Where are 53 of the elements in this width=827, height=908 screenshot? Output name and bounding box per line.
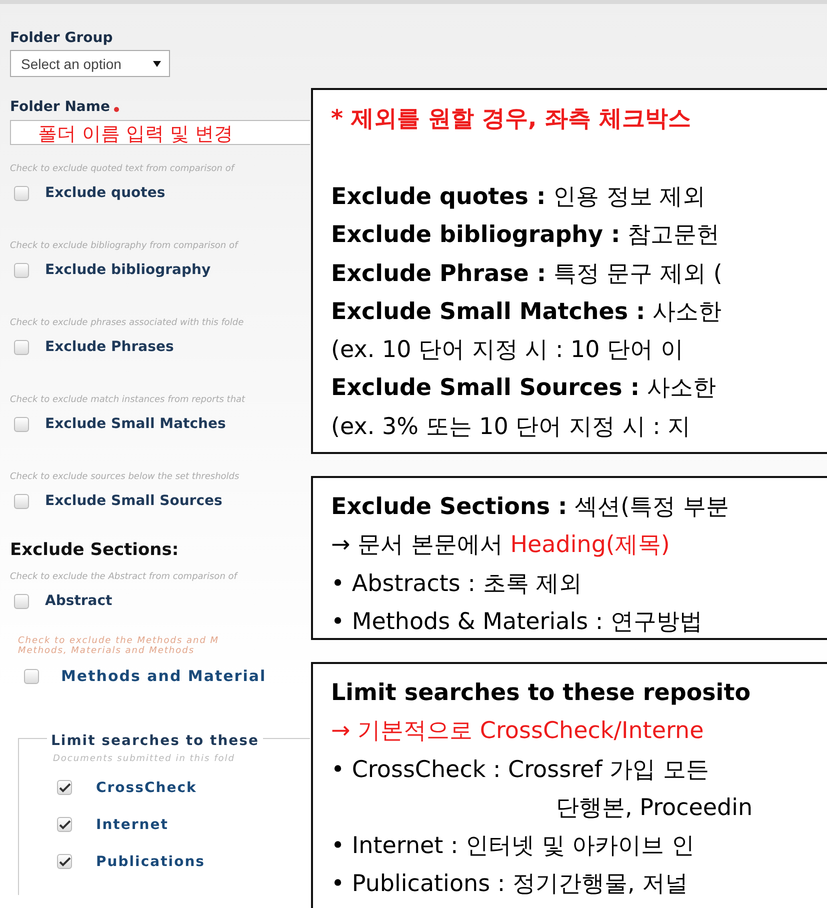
checkbox-label[interactable]: Exclude Small Sources xyxy=(45,493,222,509)
hint-text: Documents submitted in this fold xyxy=(53,754,236,764)
checkbox-label[interactable]: Methods and Material xyxy=(61,667,266,685)
checkbox[interactable] xyxy=(24,668,39,684)
annotation-text: Exclude bibliography : 참고문헌 xyxy=(331,221,721,250)
checkbox[interactable] xyxy=(14,186,29,200)
annotation-text: 단행본, Proceedin xyxy=(555,794,754,823)
annotation-text: (ex. 10 단어 지정 시 : 10 단어 이 xyxy=(331,336,684,366)
annotation-text: Exclude quotes : 인용 정보 제외 xyxy=(331,183,707,212)
hint-text: Check to exclude the Abstract from comparison of xyxy=(10,572,239,582)
checkbox-label[interactable]: CrossCheck xyxy=(96,780,197,796)
checkbox[interactable] xyxy=(14,340,29,354)
annotation-text: * 제외를 원할 경우, 좌측 체크박스 xyxy=(331,105,692,134)
checkbox[interactable] xyxy=(14,594,29,608)
annotation-text: • Abstracts : 초록 제외 xyxy=(331,570,584,599)
hint-text: Check to exclude quoted text from comparison of xyxy=(10,164,236,174)
checkbox-label[interactable]: Internet xyxy=(96,816,168,832)
hint-text: Check to exclude sources below the set thresholds xyxy=(10,472,240,482)
annotation-text: Limit searches to these reposito xyxy=(331,679,752,708)
hint-text: Check to exclude match instances from reports that xyxy=(10,395,246,405)
checkbox-label[interactable]: Exclude quotes xyxy=(45,185,166,201)
field-label: Folder Group xyxy=(10,30,114,46)
section-heading: Exclude Sections: xyxy=(10,540,180,560)
annotation-text: • Internet : 인터넷 및 아카이브 인 xyxy=(331,832,696,862)
field-label: Folder Name xyxy=(10,99,110,115)
checkbox-label[interactable]: Publications xyxy=(96,854,206,870)
checkbox[interactable] xyxy=(14,262,29,278)
annotation-text: Exclude Sections : 섹션(특정 부분 xyxy=(331,493,730,522)
caret-icon xyxy=(153,60,161,66)
checkbox-label[interactable]: Abstract xyxy=(45,593,112,609)
annotation-text: Exclude Small Sources : 사소한 xyxy=(331,374,717,404)
annotation-text: Exclude Phrase : 특정 문구 제외 ( xyxy=(331,260,724,289)
checkbox[interactable] xyxy=(14,494,29,508)
checkbox[interactable] xyxy=(57,780,72,795)
annotation-text: → 문서 본문에서 Heading(제목) xyxy=(331,531,671,560)
hint-text: Methods, Materials and Methods xyxy=(17,646,196,656)
select-dropdown[interactable]: Select an option xyxy=(10,50,170,77)
input-field[interactable]: 폴더 이름 입력 및 변경 xyxy=(10,120,310,145)
checkbox[interactable] xyxy=(57,854,72,869)
hint-text: Check to exclude the Methods and M xyxy=(17,636,220,646)
checkbox-label[interactable]: Exclude bibliography xyxy=(45,262,211,278)
annotation-text: • CrossCheck : Crossref 가입 모든 xyxy=(331,756,710,785)
annotation-text: → 기본적으로 CrossCheck/Interne xyxy=(331,717,705,746)
checkbox-label[interactable]: Exclude Small Matches xyxy=(45,416,226,432)
annotation-text: • Publications : 정기간행물, 저널 xyxy=(331,870,690,900)
annotation-text: • Methods & Materials : 연구방법 xyxy=(331,608,704,637)
hint-text: Check to exclude bibliography from comparison of xyxy=(10,241,240,251)
checkbox[interactable] xyxy=(14,416,29,432)
checkbox[interactable] xyxy=(57,817,72,832)
annotation-text: Exclude Small Matches : 사소한 xyxy=(331,298,723,327)
annotation-text: (ex. 3% 또는 10 단어 지정 시 : 지 xyxy=(331,412,692,442)
checkbox-label[interactable]: Exclude Phrases xyxy=(45,339,174,355)
hint-text: Check to exclude phrases associated with this folde xyxy=(10,318,245,328)
